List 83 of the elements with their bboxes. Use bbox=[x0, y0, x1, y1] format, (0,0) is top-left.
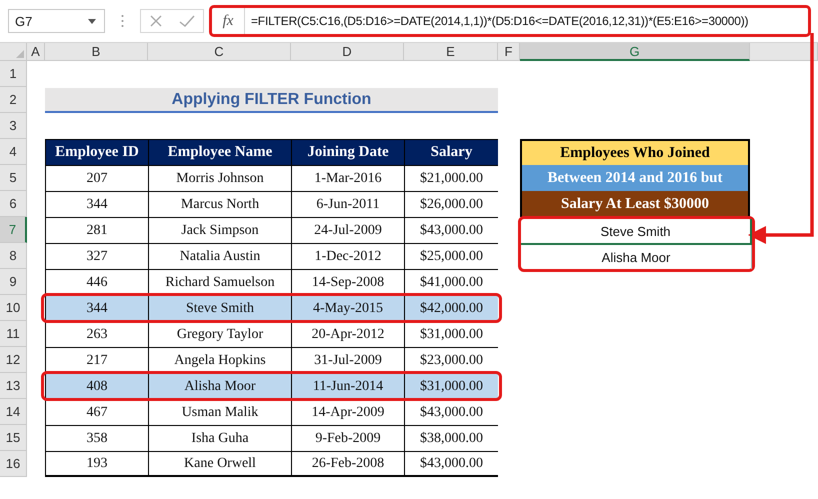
table-cell: $23,000.00 bbox=[404, 347, 498, 373]
table-cell: $38,000.00 bbox=[404, 425, 498, 451]
table-cell: 344 bbox=[45, 295, 148, 321]
column-header[interactable]: A bbox=[27, 43, 45, 61]
table-cell: 6-Jun-2011 bbox=[291, 191, 404, 217]
table-cell: Morris Johnson bbox=[148, 165, 291, 191]
table-cell: Steve Smith bbox=[148, 295, 291, 321]
table-cell: Alisha Moor bbox=[148, 373, 291, 399]
table-header-cell: Employee ID bbox=[45, 139, 148, 165]
table-cell: $43,000.00 bbox=[404, 217, 498, 243]
table-cell: 9-Feb-2009 bbox=[291, 425, 404, 451]
table-cell: $43,000.00 bbox=[404, 451, 498, 477]
row-header[interactable]: 2 bbox=[0, 87, 27, 113]
cancel-icon[interactable] bbox=[149, 14, 163, 28]
table-cell: 11-Jun-2014 bbox=[291, 373, 404, 399]
result-cell[interactable]: Steve Smith bbox=[521, 219, 752, 245]
table-cell: 217 bbox=[45, 347, 148, 373]
table-cell: 14-Sep-2008 bbox=[291, 269, 404, 295]
row-header[interactable]: 16 bbox=[0, 451, 27, 477]
column-header[interactable]: F bbox=[498, 43, 520, 61]
table-cell: 4-May-2015 bbox=[291, 295, 404, 321]
table-cell: 31-Jul-2009 bbox=[291, 347, 404, 373]
row-header[interactable]: 13 bbox=[0, 373, 27, 399]
table-cell: $26,000.00 bbox=[404, 191, 498, 217]
column-header[interactable]: D bbox=[291, 43, 404, 61]
table-cell: Natalia Austin bbox=[148, 243, 291, 269]
table-header-cell: Employee Name bbox=[148, 139, 291, 165]
table-cell: 207 bbox=[45, 165, 148, 191]
row-header[interactable]: 14 bbox=[0, 399, 27, 425]
table-cell: 193 bbox=[45, 451, 148, 477]
table-cell: 446 bbox=[45, 269, 148, 295]
table-cell: Angela Hopkins bbox=[148, 347, 291, 373]
insert-function-button[interactable]: fx bbox=[212, 12, 244, 30]
table-cell: 358 bbox=[45, 425, 148, 451]
result-header-cell: Employees Who Joined bbox=[520, 139, 750, 165]
column-header[interactable]: B bbox=[45, 43, 148, 61]
table-header-cell: Salary bbox=[404, 139, 498, 165]
formula-field[interactable]: =FILTER(C5:C16,(D5:D16>=DATE(2014,1,1))*(D5:D16<=DATE(2016,12,31))*(E5:E16>=30000)) bbox=[244, 8, 808, 34]
row-header[interactable]: 3 bbox=[0, 113, 27, 139]
result-header-cell: Between 2014 and 2016 but bbox=[520, 165, 750, 191]
result-cell[interactable]: Alisha Moor bbox=[521, 245, 752, 269]
row-header[interactable]: 9 bbox=[0, 269, 27, 295]
table-header-cell: Joining Date bbox=[291, 139, 404, 165]
row-header[interactable]: 7 bbox=[0, 217, 27, 243]
table-cell: 327 bbox=[45, 243, 148, 269]
table-cell: Kane Orwell bbox=[148, 451, 291, 477]
column-header[interactable]: E bbox=[404, 43, 498, 61]
row-header[interactable]: 10 bbox=[0, 295, 27, 321]
result-header-cell: Salary At Least $30000 bbox=[520, 191, 750, 217]
row-header[interactable]: 6 bbox=[0, 191, 27, 217]
table-cell: 26-Feb-2008 bbox=[291, 451, 404, 477]
table-cell: 1-Mar-2016 bbox=[291, 165, 404, 191]
sheet-title: Applying FILTER Function bbox=[45, 88, 498, 113]
name-box[interactable]: G7 bbox=[8, 9, 105, 33]
row-header[interactable]: 12 bbox=[0, 347, 27, 373]
table-cell: $41,000.00 bbox=[404, 269, 498, 295]
row-header[interactable]: 11 bbox=[0, 321, 27, 347]
triangle-icon bbox=[16, 50, 24, 58]
row-header[interactable]: 15 bbox=[0, 425, 27, 451]
drag-handle-icon[interactable] bbox=[121, 14, 124, 28]
table-cell: $21,000.00 bbox=[404, 165, 498, 191]
check-icon[interactable] bbox=[179, 14, 195, 28]
row-header[interactable]: 8 bbox=[0, 243, 27, 269]
table-cell: 408 bbox=[45, 373, 148, 399]
table-cell: 1-Dec-2012 bbox=[291, 243, 404, 269]
table-cell: 24-Jul-2009 bbox=[291, 217, 404, 243]
column-header[interactable]: C bbox=[148, 43, 291, 61]
table-cell: Marcus North bbox=[148, 191, 291, 217]
select-all-button[interactable] bbox=[0, 43, 27, 61]
caret-icon bbox=[88, 18, 96, 24]
table-cell: Jack Simpson bbox=[148, 217, 291, 243]
row-header[interactable]: 5 bbox=[0, 165, 27, 191]
table-cell: 281 bbox=[45, 217, 148, 243]
table-cell: Isha Guha bbox=[148, 425, 291, 451]
column-header[interactable] bbox=[750, 43, 818, 61]
table-cell: Richard Samuelson bbox=[148, 269, 291, 295]
table-cell: $31,000.00 bbox=[404, 373, 498, 399]
table-cell: $25,000.00 bbox=[404, 243, 498, 269]
column-header[interactable]: G bbox=[520, 43, 750, 61]
row-header[interactable]: 1 bbox=[0, 61, 27, 87]
row-header[interactable]: 4 bbox=[0, 139, 27, 165]
table-cell: 344 bbox=[45, 191, 148, 217]
table-cell: $42,000.00 bbox=[404, 295, 498, 321]
